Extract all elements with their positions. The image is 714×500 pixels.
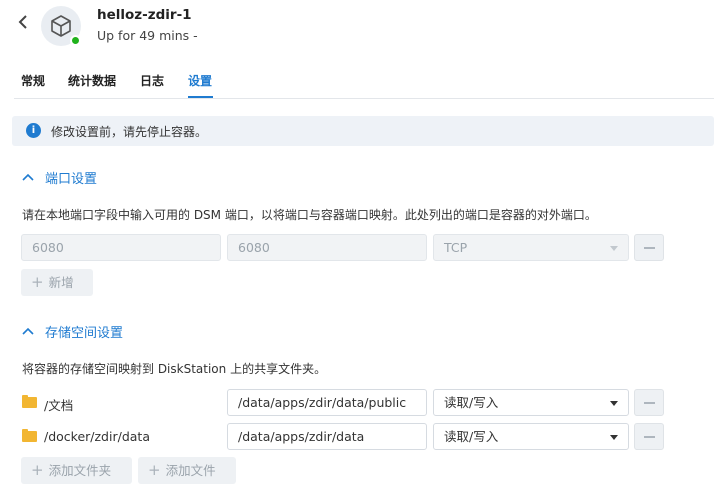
container-status: Up for 49 mins - — [97, 28, 198, 43]
add-folder-label: 添加文件夹 — [48, 463, 112, 478]
cube-icon — [51, 15, 71, 37]
container-title: helloz-zdir-1 — [97, 7, 192, 23]
remove-port-button[interactable] — [634, 234, 664, 261]
chevron-left-icon — [18, 15, 27, 29]
add-file-button[interactable]: + 添加文件 — [138, 457, 236, 484]
permission-select[interactable]: 读取/写入 — [433, 389, 629, 416]
permission-select-value: 读取/写入 — [444, 429, 499, 444]
tab-settings[interactable]: 设置 — [188, 72, 212, 89]
folder-icon — [22, 395, 37, 408]
tabs-divider — [14, 98, 714, 99]
protocol-select-value: TCP — [444, 240, 468, 255]
port-section-title[interactable]: 端口设置 — [45, 168, 97, 187]
plus-icon: + — [31, 273, 44, 291]
info-text: 修改设置前，请先停止容器。 — [51, 125, 208, 139]
permission-select-value: 读取/写入 — [444, 395, 499, 410]
port-section-chevron-up-icon[interactable] — [22, 171, 34, 184]
local-port-input[interactable]: 6080 — [21, 234, 221, 261]
status-indicator-dot — [70, 35, 81, 46]
mount-path-input[interactable]: /data/apps/zdir/data — [227, 423, 427, 450]
folder-icon — [22, 429, 37, 442]
remove-volume-button[interactable] — [634, 389, 664, 416]
storage-section-description: 将容器的存储空间映射到 DiskStation 上的共享文件夹。 — [22, 362, 327, 376]
info-icon: i — [26, 123, 41, 138]
container-port-input[interactable]: 6080 — [227, 234, 427, 261]
tab-statistics[interactable]: 统计数据 — [68, 72, 116, 89]
storage-section-chevron-up-icon[interactable] — [22, 325, 34, 338]
permission-select[interactable]: 读取/写入 — [433, 423, 629, 450]
plus-icon: + — [148, 461, 161, 479]
mount-path-input[interactable]: /data/apps/zdir/data/public — [227, 389, 427, 416]
plus-icon: + — [31, 461, 44, 479]
storage-section-title[interactable]: 存储空间设置 — [45, 322, 123, 341]
caret-down-icon — [610, 401, 618, 406]
protocol-select[interactable]: TCP — [433, 234, 629, 261]
back-button[interactable] — [18, 14, 34, 34]
add-port-label: 新增 — [48, 275, 74, 290]
shared-folder-label: /文档 — [44, 398, 74, 413]
add-folder-button[interactable]: + 添加文件夹 — [21, 457, 132, 484]
tab-log[interactable]: 日志 — [140, 72, 164, 89]
shared-folder-label: /docker/zdir/data — [44, 429, 150, 444]
tab-general[interactable]: 常规 — [21, 72, 45, 89]
port-section-description: 请在本地端口字段中输入可用的 DSM 端口，以将端口与容器端口映射。此处列出的端… — [22, 208, 597, 222]
remove-volume-button[interactable] — [634, 423, 664, 450]
caret-down-icon — [610, 435, 618, 440]
add-file-label: 添加文件 — [165, 463, 216, 478]
active-tab-indicator — [188, 96, 213, 98]
caret-down-icon — [610, 246, 618, 251]
add-port-button[interactable]: + 新增 — [21, 269, 93, 296]
